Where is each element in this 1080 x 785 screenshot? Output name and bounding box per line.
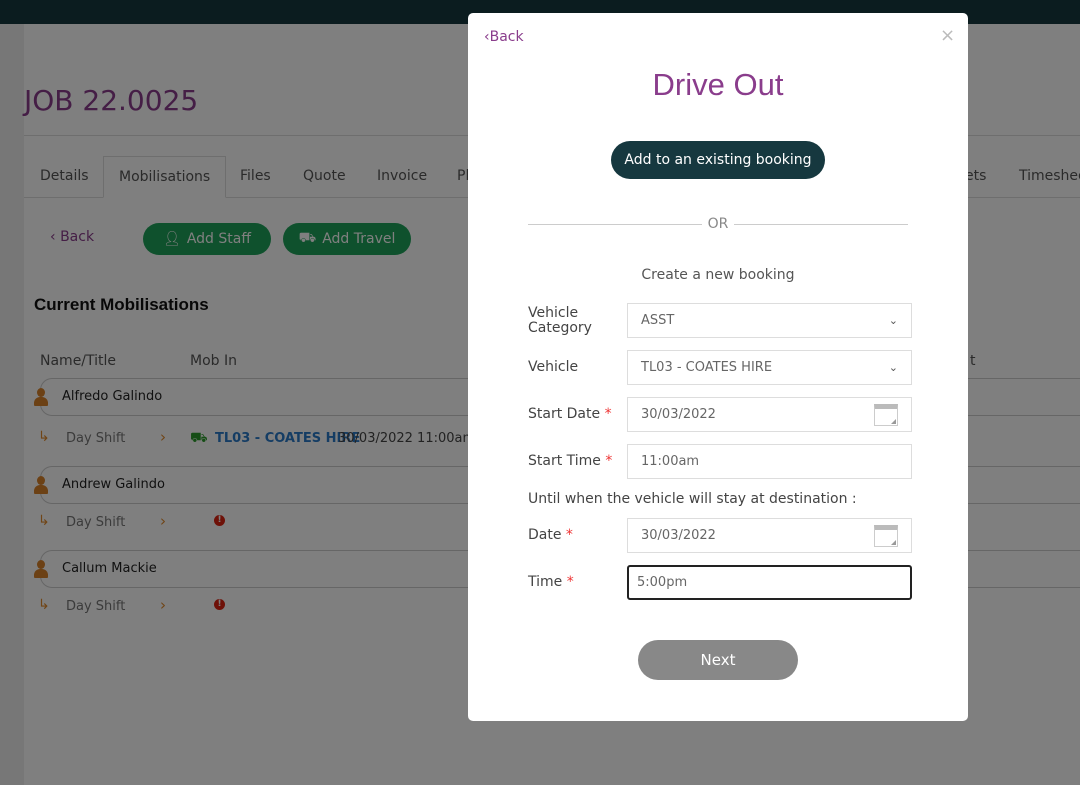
vehicle-select[interactable]: TL03 - COATES HIRE ⌄ <box>627 350 912 385</box>
divider <box>734 224 908 225</box>
modal-title: Drive Out <box>652 67 784 102</box>
next-button[interactable]: Next <box>638 640 798 680</box>
calendar-icon[interactable] <box>874 403 898 426</box>
calendar-icon[interactable] <box>874 524 898 547</box>
drive-out-modal: ‹Back × Drive Out Add to an existing boo… <box>468 13 968 721</box>
close-icon[interactable]: × <box>940 25 955 46</box>
vehicle-category-label: Vehicle Category <box>528 305 592 336</box>
modal-back-link[interactable]: ‹Back <box>484 29 524 45</box>
start-date-input[interactable]: 30/03/2022 <box>627 397 912 432</box>
vehicle-category-select[interactable]: ASST ⌄ <box>627 303 912 338</box>
create-booking-label: Create a new booking <box>641 267 795 283</box>
date-label: Date * <box>528 527 573 543</box>
time-label: Time * <box>528 574 574 590</box>
end-time-input[interactable]: 5:00pm <box>627 565 912 600</box>
chevron-down-icon: ⌄ <box>888 361 898 374</box>
vehicle-label: Vehicle <box>528 359 579 375</box>
start-time-label: Start Time * <box>528 453 613 469</box>
start-time-input[interactable]: 11:00am <box>627 444 912 479</box>
start-date-label: Start Date * <box>528 406 612 422</box>
end-date-input[interactable]: 30/03/2022 <box>627 518 912 553</box>
until-note: Until when the vehicle will stay at dest… <box>528 491 857 507</box>
add-existing-booking-button[interactable]: Add to an existing booking <box>611 141 825 179</box>
or-label: OR <box>707 216 729 232</box>
chevron-down-icon: ⌄ <box>888 314 898 327</box>
divider <box>528 224 702 225</box>
